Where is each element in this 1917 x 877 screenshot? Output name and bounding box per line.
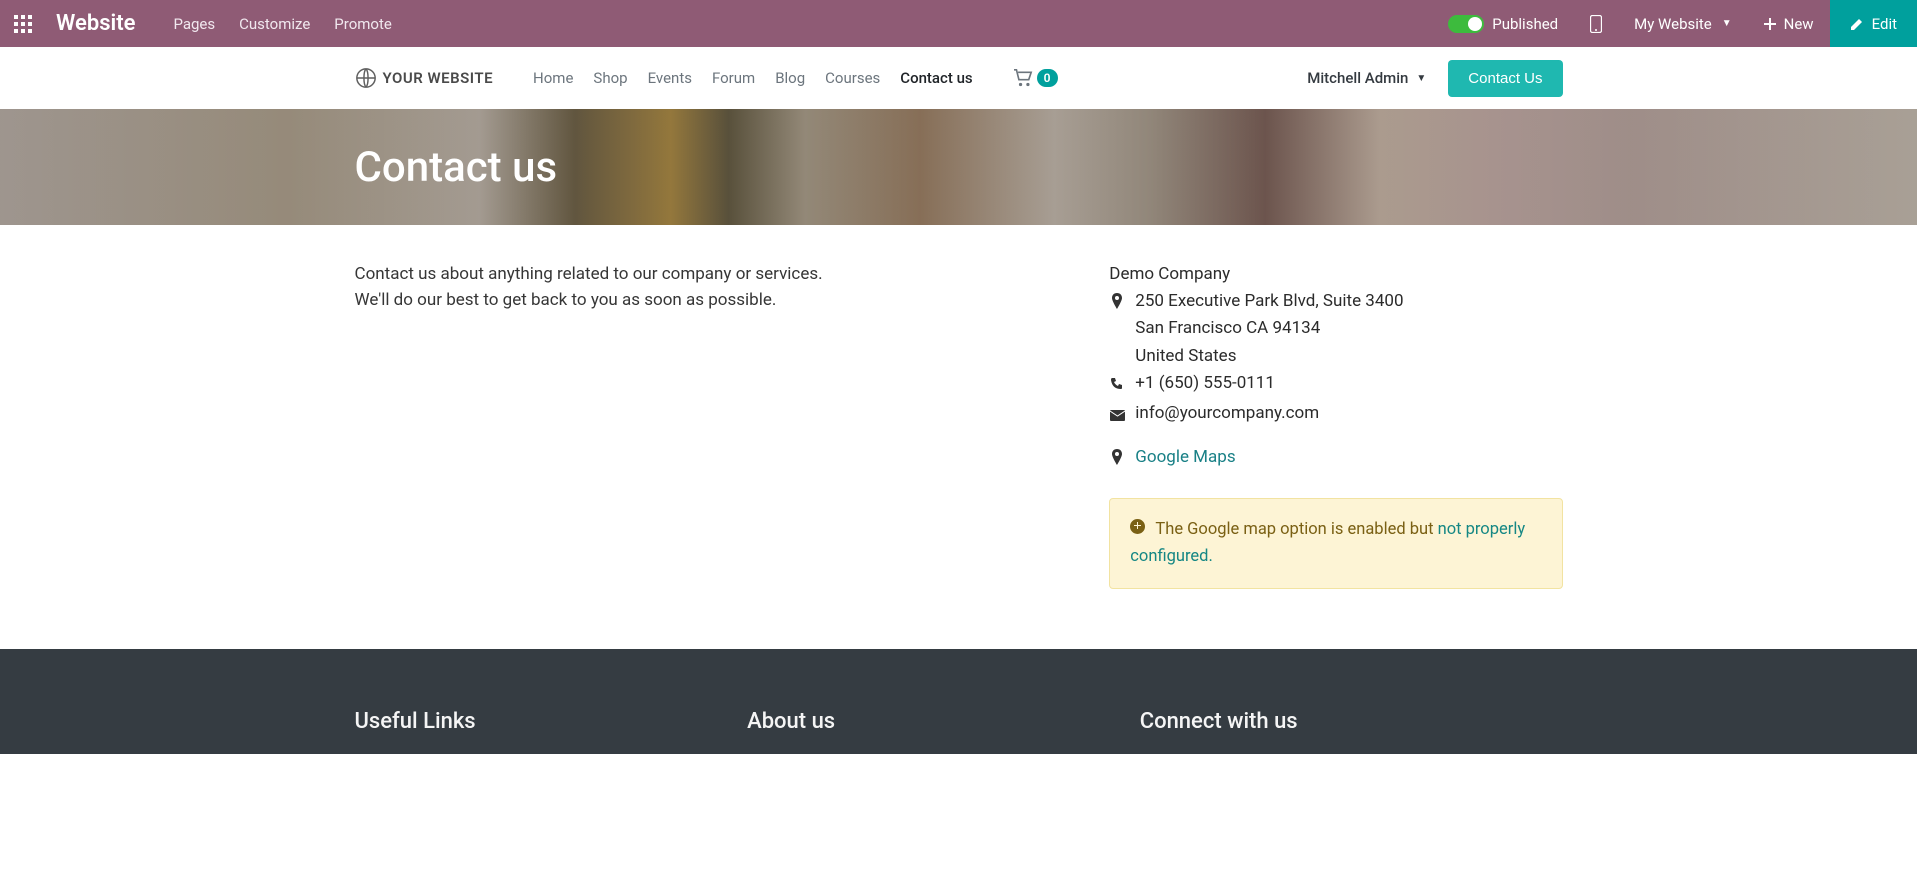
- intro-text: Contact us about anything related to our…: [355, 261, 1080, 589]
- new-button[interactable]: New: [1748, 0, 1830, 47]
- phone-row: +1 (650) 555-0111: [1109, 370, 1562, 400]
- nav-shop[interactable]: Shop: [593, 69, 627, 87]
- admin-menu: Pages Customize Promote: [173, 15, 391, 33]
- nav-forum[interactable]: Forum: [712, 69, 755, 87]
- website-switcher-label: My Website: [1634, 15, 1712, 33]
- globe-icon: [355, 67, 377, 89]
- page-scroll-area[interactable]: YOUR WEBSITE Home Shop Events Forum Blog…: [0, 47, 1917, 877]
- footer-col-title: Useful Links: [355, 709, 718, 734]
- nav-home[interactable]: Home: [533, 69, 573, 87]
- google-maps-link[interactable]: Google Maps: [1135, 444, 1235, 474]
- company-name: Demo Company: [1109, 261, 1562, 288]
- footer-col-title: Connect with us: [1140, 709, 1563, 734]
- chevron-down-icon: ▼: [1416, 73, 1426, 84]
- admin-toolbar-left: Website Pages Customize Promote: [8, 9, 392, 39]
- apps-icon[interactable]: [8, 9, 38, 39]
- email-row: info@yourcompany.com: [1109, 400, 1562, 430]
- cart-button[interactable]: 0: [1013, 69, 1058, 87]
- site-nav-links: Home Shop Events Forum Blog Courses Cont…: [533, 69, 973, 87]
- toggle-icon: [1448, 15, 1484, 33]
- admin-toolbar: Website Pages Customize Promote Publishe…: [0, 0, 1917, 47]
- alert-text: The Google map option is enabled but: [1155, 520, 1437, 539]
- site-navbar: YOUR WEBSITE Home Shop Events Forum Blog…: [339, 47, 1579, 109]
- mobile-preview-button[interactable]: [1574, 0, 1618, 47]
- company-info: Demo Company 250 Executive Park Blvd, Su…: [1109, 261, 1562, 589]
- map-pin-icon: [1109, 288, 1125, 370]
- cart-icon: [1013, 69, 1033, 87]
- user-menu[interactable]: Mitchell Admin ▼: [1307, 69, 1426, 87]
- intro-line-1: Contact us about anything related to our…: [355, 261, 1080, 287]
- plus-icon: [1764, 18, 1776, 30]
- menu-pages[interactable]: Pages: [173, 15, 215, 33]
- phone-number: +1 (650) 555-0111: [1135, 370, 1275, 400]
- intro-line-2: We'll do our best to get back to you as …: [355, 287, 1080, 313]
- address-line-3: United States: [1135, 343, 1403, 370]
- chevron-down-icon: ▼: [1722, 18, 1732, 29]
- footer-col-title: About us: [747, 709, 1110, 734]
- page-hero: Contact us: [0, 109, 1917, 225]
- maps-warning-alert: The Google map option is enabled but not…: [1109, 498, 1562, 589]
- website-switcher[interactable]: My Website ▼: [1618, 0, 1748, 47]
- footer-useful-links: Useful Links: [355, 709, 718, 734]
- publish-label: Published: [1492, 15, 1558, 33]
- address-line-1: 250 Executive Park Blvd, Suite 3400: [1135, 288, 1403, 315]
- address-line-2: San Francisco CA 94134: [1135, 315, 1403, 342]
- mobile-icon: [1590, 15, 1602, 33]
- admin-toolbar-right: Published My Website ▼ New Edit: [1432, 0, 1917, 47]
- nav-events[interactable]: Events: [648, 69, 692, 87]
- cart-badge: 0: [1037, 69, 1058, 87]
- envelope-icon: [1109, 400, 1125, 430]
- site-nav-right: Mitchell Admin ▼ Contact Us: [1307, 60, 1562, 97]
- info-plus-icon: [1130, 520, 1149, 539]
- address-block: 250 Executive Park Blvd, Suite 3400 San …: [1109, 288, 1562, 370]
- footer-about: About us: [747, 709, 1110, 734]
- pencil-icon: [1850, 17, 1864, 31]
- site-logo[interactable]: YOUR WEBSITE: [355, 67, 494, 89]
- maps-row: Google Maps: [1109, 444, 1562, 474]
- publish-toggle[interactable]: Published: [1432, 0, 1574, 47]
- footer-connect: Connect with us: [1140, 709, 1563, 734]
- map-pin-icon: [1109, 444, 1125, 474]
- nav-blog[interactable]: Blog: [775, 69, 805, 87]
- email-address: info@yourcompany.com: [1135, 400, 1319, 430]
- menu-promote[interactable]: Promote: [334, 15, 392, 33]
- user-name: Mitchell Admin: [1307, 69, 1408, 87]
- phone-icon: [1109, 370, 1125, 400]
- menu-customize[interactable]: Customize: [239, 15, 310, 33]
- site-logo-text: YOUR WEBSITE: [383, 69, 494, 87]
- site-footer: Useful Links About us Connect with us: [0, 649, 1917, 754]
- new-label: New: [1784, 15, 1814, 33]
- main-content: Contact us about anything related to our…: [339, 225, 1579, 649]
- nav-courses[interactable]: Courses: [825, 69, 880, 87]
- edit-button[interactable]: Edit: [1830, 0, 1917, 47]
- page-title: Contact us: [355, 143, 1563, 192]
- app-brand[interactable]: Website: [56, 11, 135, 36]
- contact-us-button[interactable]: Contact Us: [1448, 60, 1562, 97]
- edit-label: Edit: [1872, 15, 1897, 33]
- nav-contact[interactable]: Contact us: [900, 69, 972, 87]
